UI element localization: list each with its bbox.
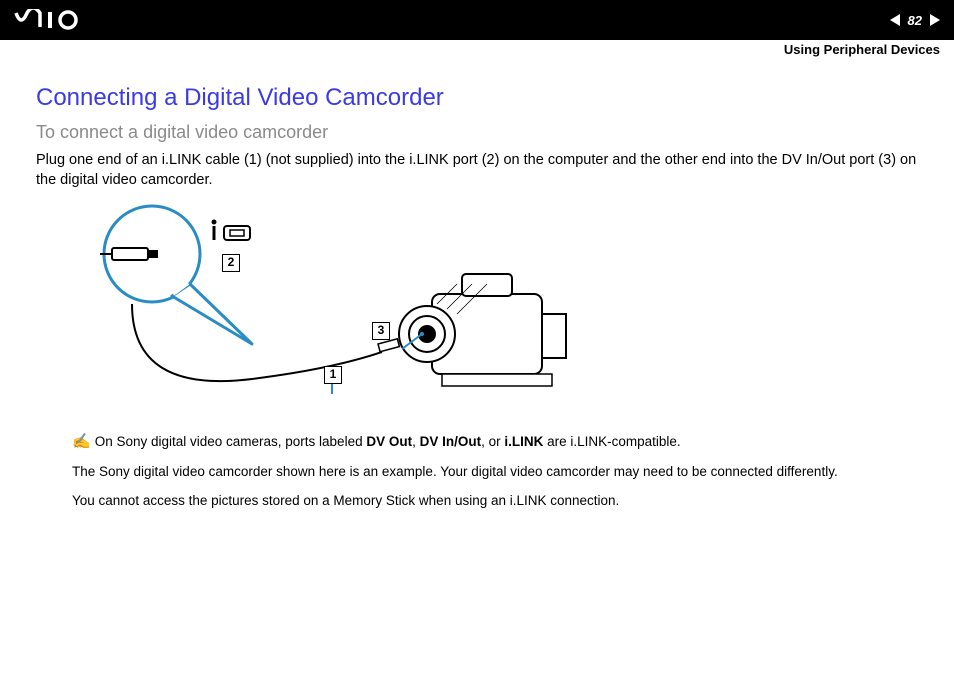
notes-block: ✍On Sony digital video cameras, ports la… xyxy=(72,432,926,508)
note-line-3: You cannot access the pictures stored on… xyxy=(72,493,926,508)
section-title: Using Peripheral Devices xyxy=(784,42,940,57)
main-heading: Connecting a Digital Video Camcorder xyxy=(36,84,926,112)
note-icon: ✍ xyxy=(72,432,91,450)
page-header: 82 xyxy=(0,0,954,40)
callout-1: 1 xyxy=(324,366,342,384)
page-nav: 82 xyxy=(890,13,940,28)
next-page-arrow-icon[interactable] xyxy=(930,14,940,26)
instruction-paragraph: Plug one end of an i.LINK cable (1) (not… xyxy=(36,151,926,190)
callout-3: 3 xyxy=(372,322,390,340)
callout-2: 2 xyxy=(222,254,240,272)
connection-figure: 2 3 1 xyxy=(72,204,632,414)
note-line-1: ✍On Sony digital video cameras, ports la… xyxy=(72,432,926,450)
note-line-2: The Sony digital video camcorder shown h… xyxy=(72,464,926,479)
sub-heading: To connect a digital video camcorder xyxy=(36,122,926,143)
page-content: Connecting a Digital Video Camcorder To … xyxy=(0,40,954,508)
page-number: 82 xyxy=(904,13,926,28)
prev-page-arrow-icon[interactable] xyxy=(890,14,900,26)
vaio-logo xyxy=(14,9,114,31)
